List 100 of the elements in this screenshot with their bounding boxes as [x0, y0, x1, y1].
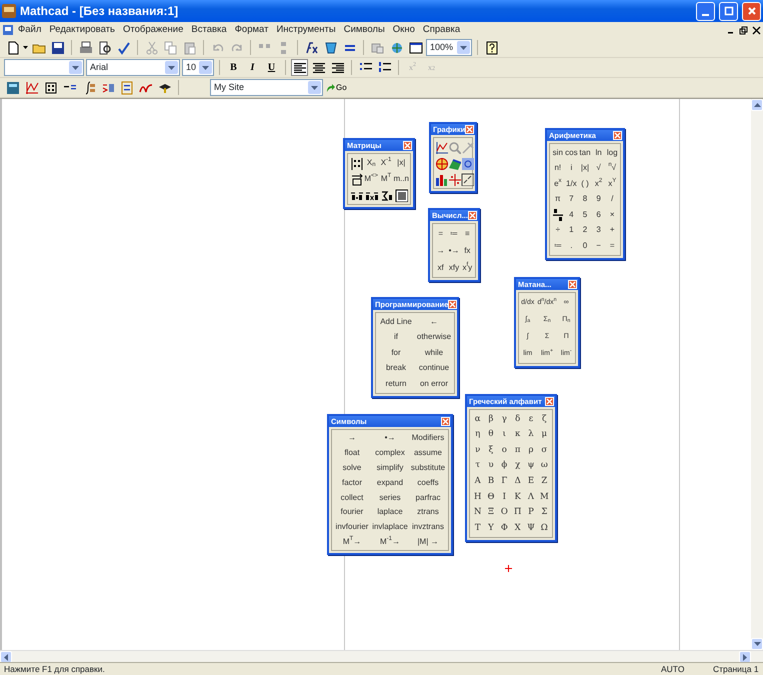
- palette-button[interactable]: Η: [471, 488, 484, 505]
- palette-button[interactable]: ln: [592, 145, 606, 160]
- palette-button[interactable]: cos: [564, 145, 578, 160]
- palette-button[interactable]: log: [605, 145, 619, 160]
- palette-button[interactable]: [349, 171, 364, 187]
- palette-button[interactable]: |x|: [393, 155, 409, 171]
- palette-button[interactable]: 5: [578, 207, 592, 222]
- palette-button[interactable]: χ: [510, 458, 524, 474]
- palette-button[interactable]: n!: [551, 160, 565, 176]
- menu-item[interactable]: Символы: [340, 22, 389, 38]
- palette-button[interactable]: ( ): [578, 176, 592, 192]
- palette-button[interactable]: Π: [510, 504, 524, 520]
- palette-button[interactable]: expand: [371, 475, 409, 490]
- palette-button[interactable]: Α: [471, 473, 484, 489]
- close-button[interactable]: [448, 300, 458, 309]
- site-dropdown[interactable]: My Site: [210, 79, 323, 96]
- menu-item[interactable]: Окно: [388, 22, 419, 38]
- palette-button[interactable]: 1: [564, 222, 578, 238]
- palette-button[interactable]: γ: [498, 411, 511, 427]
- save-icon[interactable]: [49, 39, 66, 56]
- palette-button[interactable]: ε: [524, 411, 538, 427]
- palette-button[interactable]: κ: [510, 426, 524, 442]
- palette-button[interactable]: [551, 207, 565, 222]
- close-button[interactable]: [750, 24, 763, 36]
- palette-button[interactable]: ν: [471, 442, 484, 458]
- font-dropdown[interactable]: Arial: [86, 59, 180, 76]
- palette-button[interactable]: ≔: [551, 238, 565, 254]
- palette-button[interactable]: x$^{Y}$: [605, 176, 619, 192]
- palette-button[interactable]: 0: [578, 238, 592, 254]
- palette-button[interactable]: |M| →: [409, 534, 447, 550]
- palette-button[interactable]: Χ: [510, 520, 524, 536]
- zoom-dropdown[interactable]: 100%: [426, 39, 472, 56]
- palette-button[interactable]: Add Line: [377, 314, 415, 330]
- palette-button[interactable]: invfourier: [333, 520, 371, 535]
- palette-button[interactable]: float: [333, 446, 371, 461]
- palette-button[interactable]: xf: [434, 259, 448, 276]
- palette-button[interactable]: 9: [592, 192, 606, 207]
- palette-button[interactable]: Σ: [538, 504, 551, 520]
- palette-button[interactable]: for: [377, 345, 415, 360]
- palette-button[interactable]: series: [371, 490, 409, 505]
- print-icon[interactable]: [77, 39, 94, 56]
- menu-item[interactable]: Инструменты: [272, 22, 340, 38]
- menu-item[interactable]: Формат: [230, 22, 272, 38]
- palette-button[interactable]: ×: [605, 207, 619, 222]
- palette-button[interactable]: M$^{T}$→: [333, 534, 371, 550]
- scroll-left-button[interactable]: [0, 651, 12, 663]
- palette-button[interactable]: invztrans: [409, 520, 447, 535]
- palette-button[interactable]: θ: [484, 426, 498, 442]
- palette-button[interactable]: x$^{f}$y: [460, 259, 474, 276]
- palette-button[interactable]: Ι: [498, 488, 511, 505]
- palette-button[interactable]: 4: [564, 207, 578, 222]
- palette-button[interactable]: assume: [409, 446, 447, 461]
- palette-button[interactable]: Ξ: [484, 504, 498, 520]
- palette-button[interactable]: =: [605, 238, 619, 254]
- palette-button[interactable]: Ρ: [524, 504, 538, 520]
- palette-button[interactable]: Ζ: [538, 473, 551, 489]
- palette-button[interactable]: Δ: [510, 473, 524, 489]
- palette-button[interactable]: invlaplace: [371, 520, 409, 535]
- palette-button[interactable]: 8: [578, 192, 592, 207]
- palette-button[interactable]: sin: [551, 145, 565, 160]
- palette-button[interactable]: Τ: [471, 520, 484, 536]
- restore-button[interactable]: [737, 24, 750, 36]
- palette-button[interactable]: π: [551, 192, 565, 207]
- palette-button[interactable]: coeffs: [409, 475, 447, 490]
- palette-button[interactable]: otherwise: [415, 330, 453, 345]
- menu-item[interactable]: Отображение: [118, 22, 188, 38]
- menu-item[interactable]: Файл: [14, 22, 46, 38]
- palette-button[interactable]: complex: [371, 446, 409, 461]
- palette-button[interactable]: δ: [510, 411, 524, 427]
- palette-button[interactable]: Θ: [484, 488, 498, 505]
- palette-button[interactable]: ztrans: [409, 504, 447, 520]
- palette-button[interactable]: π: [510, 442, 524, 458]
- palette-button[interactable]: simplify: [371, 460, 409, 476]
- palette-button[interactable]: M$^{T}$: [378, 171, 394, 187]
- palette-button[interactable]: Β: [484, 473, 498, 489]
- bold-button[interactable]: B: [225, 59, 242, 76]
- font-size-dropdown[interactable]: 10: [182, 59, 214, 76]
- palette-button[interactable]: →: [333, 431, 371, 446]
- palette-button[interactable]: Ν: [471, 504, 484, 520]
- palette-button[interactable]: fx: [460, 242, 474, 259]
- palette-button[interactable]: +: [605, 222, 619, 238]
- palette-button[interactable]: m..n: [393, 171, 409, 187]
- palette-button[interactable]: [435, 139, 448, 155]
- italic-button[interactable]: I: [244, 59, 261, 76]
- palette-button[interactable]: •→: [447, 242, 461, 259]
- align-left-icon[interactable]: [291, 59, 308, 76]
- palette-button[interactable]: Κ: [510, 488, 524, 505]
- palette-button[interactable]: ←: [415, 314, 453, 330]
- palette-button[interactable]: .: [564, 238, 578, 254]
- palette-button[interactable]: ο: [498, 442, 511, 458]
- palette-button[interactable]: 1/x: [564, 176, 578, 192]
- palette-button[interactable]: υ: [484, 458, 498, 474]
- palette-button[interactable]: 6: [592, 207, 606, 222]
- palette-button[interactable]: Ε: [524, 473, 538, 489]
- horizontal-scrollbar[interactable]: [0, 650, 763, 662]
- palette-button[interactable]: 3: [592, 222, 606, 238]
- palette-button[interactable]: [393, 187, 409, 203]
- palette-button[interactable]: λ: [524, 426, 538, 442]
- palette-button[interactable]: τ: [471, 458, 484, 474]
- vertical-scrollbar[interactable]: [751, 99, 763, 650]
